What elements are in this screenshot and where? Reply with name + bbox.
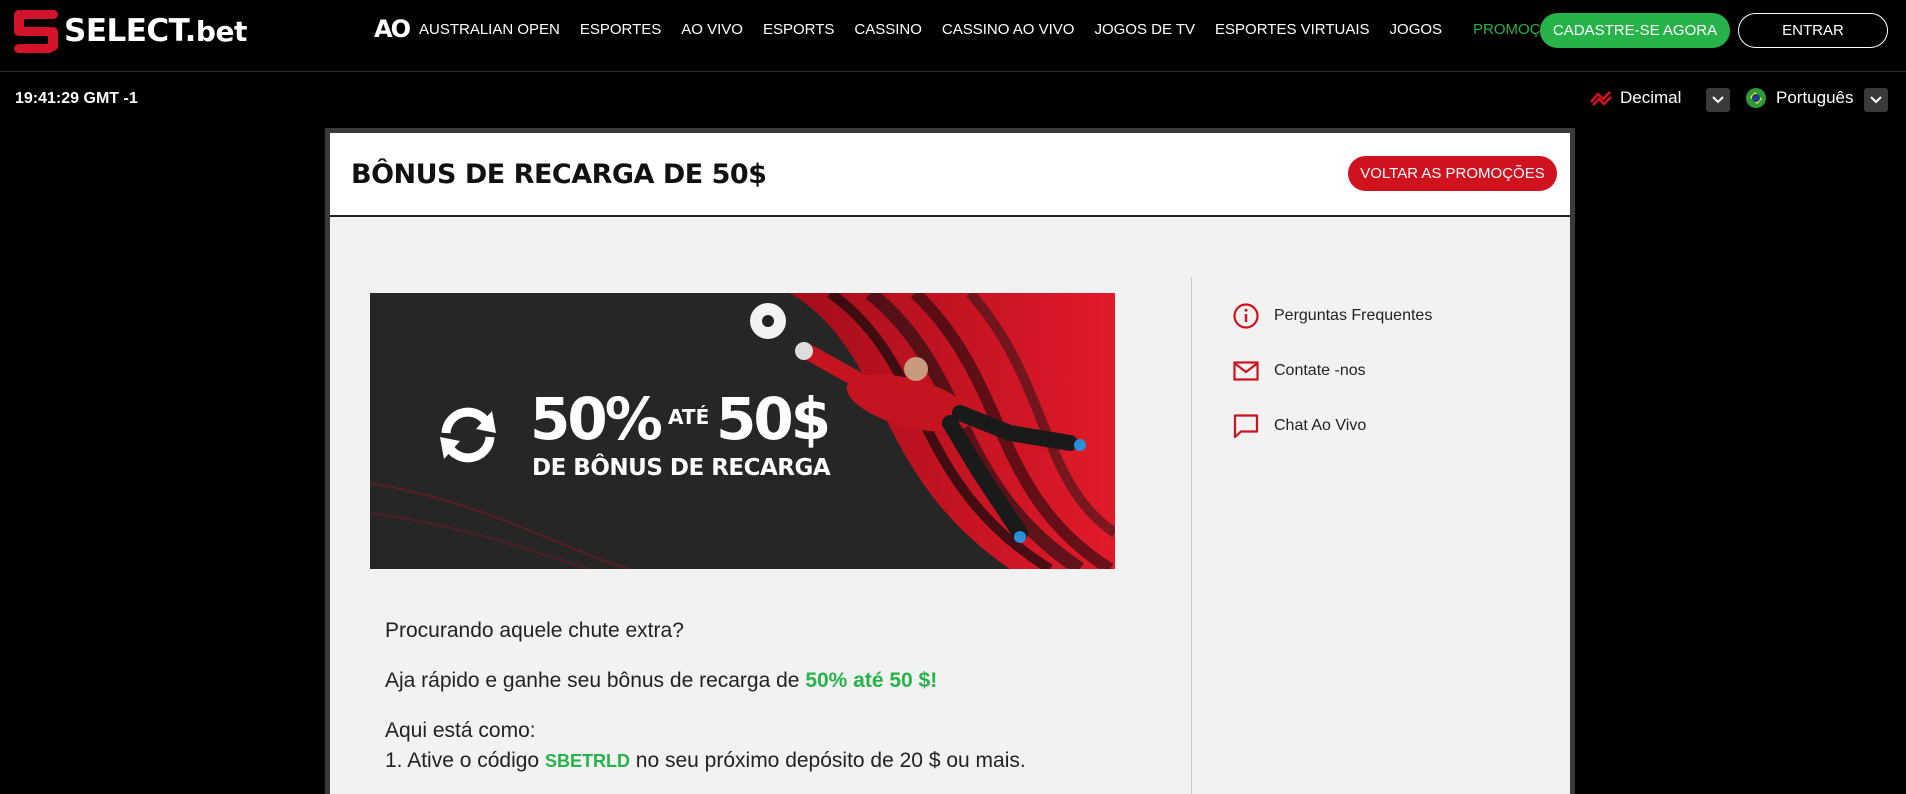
sidebar-item-label: Perguntas Frequentes: [1274, 307, 1433, 324]
selectbet-logo[interactable]: SELECT.bet: [14, 8, 247, 54]
logo-s-mark: [14, 8, 58, 54]
odds-trend-icon: [1590, 91, 1612, 106]
page-title: BÔNUS DE RECARGA DE 50$: [351, 159, 767, 190]
promotion-body: 50% ATÉ 50$ DE BÔNUS DE RECARGA Procuran…: [330, 217, 1570, 794]
promo-text-line2: Aja rápido e ganhe seu bônus de recarga …: [385, 669, 937, 693]
nav-item-esports[interactable]: ESPORTS: [763, 21, 834, 38]
sidebar-item-contact[interactable]: Contate -nos: [1232, 356, 1432, 386]
promo-code: SBETRLD: [544, 751, 630, 771]
promo-text-line4-suffix: no seu próximo depósito de 20 $ ou mais.: [629, 749, 1026, 772]
banner-amount: 50$: [716, 385, 831, 453]
banner-percent: 50%: [530, 385, 663, 453]
nav-item-jogos-de-tv[interactable]: JOGOS DE TV: [1094, 21, 1195, 38]
language-selector[interactable]: Português: [1746, 88, 1854, 108]
main-nav: AO AUSTRALIAN OPEN ESPORTES AO VIVO ESPO…: [374, 15, 1572, 43]
odds-format-label: Decimal: [1620, 88, 1682, 107]
reload-icon: [440, 407, 496, 463]
australian-open-logo-icon[interactable]: AO: [374, 15, 411, 43]
promo-text-line4-prefix: 1. Ative o código: [385, 749, 545, 772]
info-icon: [1233, 303, 1259, 329]
language-label: Português: [1776, 88, 1854, 107]
promo-text-line4: 1. Ative o código SBETRLD no seu próximo…: [385, 749, 1026, 773]
banner-subtitle: DE BÔNUS DE RECARGA: [532, 455, 831, 481]
sidebar-item-faq[interactable]: Perguntas Frequentes: [1232, 301, 1432, 331]
vertical-divider: [1191, 277, 1192, 794]
promotion-panel: BÔNUS DE RECARGA DE 50$ VOLTAR AS PROMOÇ…: [325, 128, 1575, 794]
nav-item-esportes-virtuais[interactable]: ESPORTES VIRTUAIS: [1215, 21, 1370, 38]
nav-item-ao-vivo[interactable]: AO VIVO: [681, 21, 743, 38]
odds-format-selector[interactable]: Decimal: [1590, 88, 1681, 108]
chat-icon: [1233, 414, 1259, 439]
language-dropdown[interactable]: [1864, 88, 1888, 112]
promo-description: Procurando aquele chute extra? Aja rápid…: [370, 569, 1115, 794]
sidebar-item-label: Contate -nos: [1274, 362, 1366, 379]
sidebar-item-live-chat[interactable]: Chat Ao Vivo: [1232, 411, 1432, 441]
nav-item-esportes[interactable]: ESPORTES: [580, 21, 661, 38]
odds-format-dropdown[interactable]: [1706, 88, 1730, 112]
chevron-down-icon: [1870, 96, 1882, 104]
login-button[interactable]: ENTRAR: [1738, 13, 1888, 48]
logo-suffix-text: bet: [195, 15, 247, 48]
clock: 19:41:29 GMT -1: [15, 90, 138, 107]
nav-item-jogos[interactable]: JOGOS: [1390, 21, 1443, 38]
back-to-promotions-button[interactable]: VOLTAR AS PROMOÇÕES: [1348, 156, 1557, 191]
mail-icon: [1233, 361, 1259, 381]
promo-banner: 50% ATÉ 50$ DE BÔNUS DE RECARGA: [370, 293, 1115, 569]
promo-highlight: 50% até 50 $!: [805, 669, 938, 692]
nav-item-australian-open[interactable]: AUSTRALIAN OPEN: [419, 21, 560, 38]
promo-text-line3: Aqui está como:: [385, 719, 536, 742]
help-sidebar: Perguntas Frequentes Contate -nos Chat A…: [1232, 301, 1432, 466]
brazil-flag-icon: [1746, 88, 1766, 108]
chevron-down-icon: [1712, 96, 1724, 104]
nav-item-cassino[interactable]: CASSINO: [854, 21, 922, 38]
banner-ate: ATÉ: [668, 405, 710, 429]
promo-text-line1: Procurando aquele chute extra?: [385, 619, 684, 642]
promotion-header: BÔNUS DE RECARGA DE 50$ VOLTAR AS PROMOÇ…: [330, 133, 1570, 217]
nav-item-cassino-ao-vivo[interactable]: CASSINO AO VIVO: [942, 21, 1075, 38]
register-button[interactable]: CADASTRE-SE AGORA: [1540, 13, 1730, 48]
promo-text-line2-prefix: Aja rápido e ganhe seu bônus de recarga …: [385, 669, 806, 692]
logo-main-text: SELECT: [64, 13, 185, 49]
top-navbar: SELECT.bet AO AUSTRALIAN OPEN ESPORTES A…: [0, 0, 1906, 72]
logo-wordmark: SELECT.bet: [64, 13, 247, 49]
sidebar-item-label: Chat Ao Vivo: [1274, 417, 1367, 434]
logo-dot: .: [184, 13, 197, 49]
